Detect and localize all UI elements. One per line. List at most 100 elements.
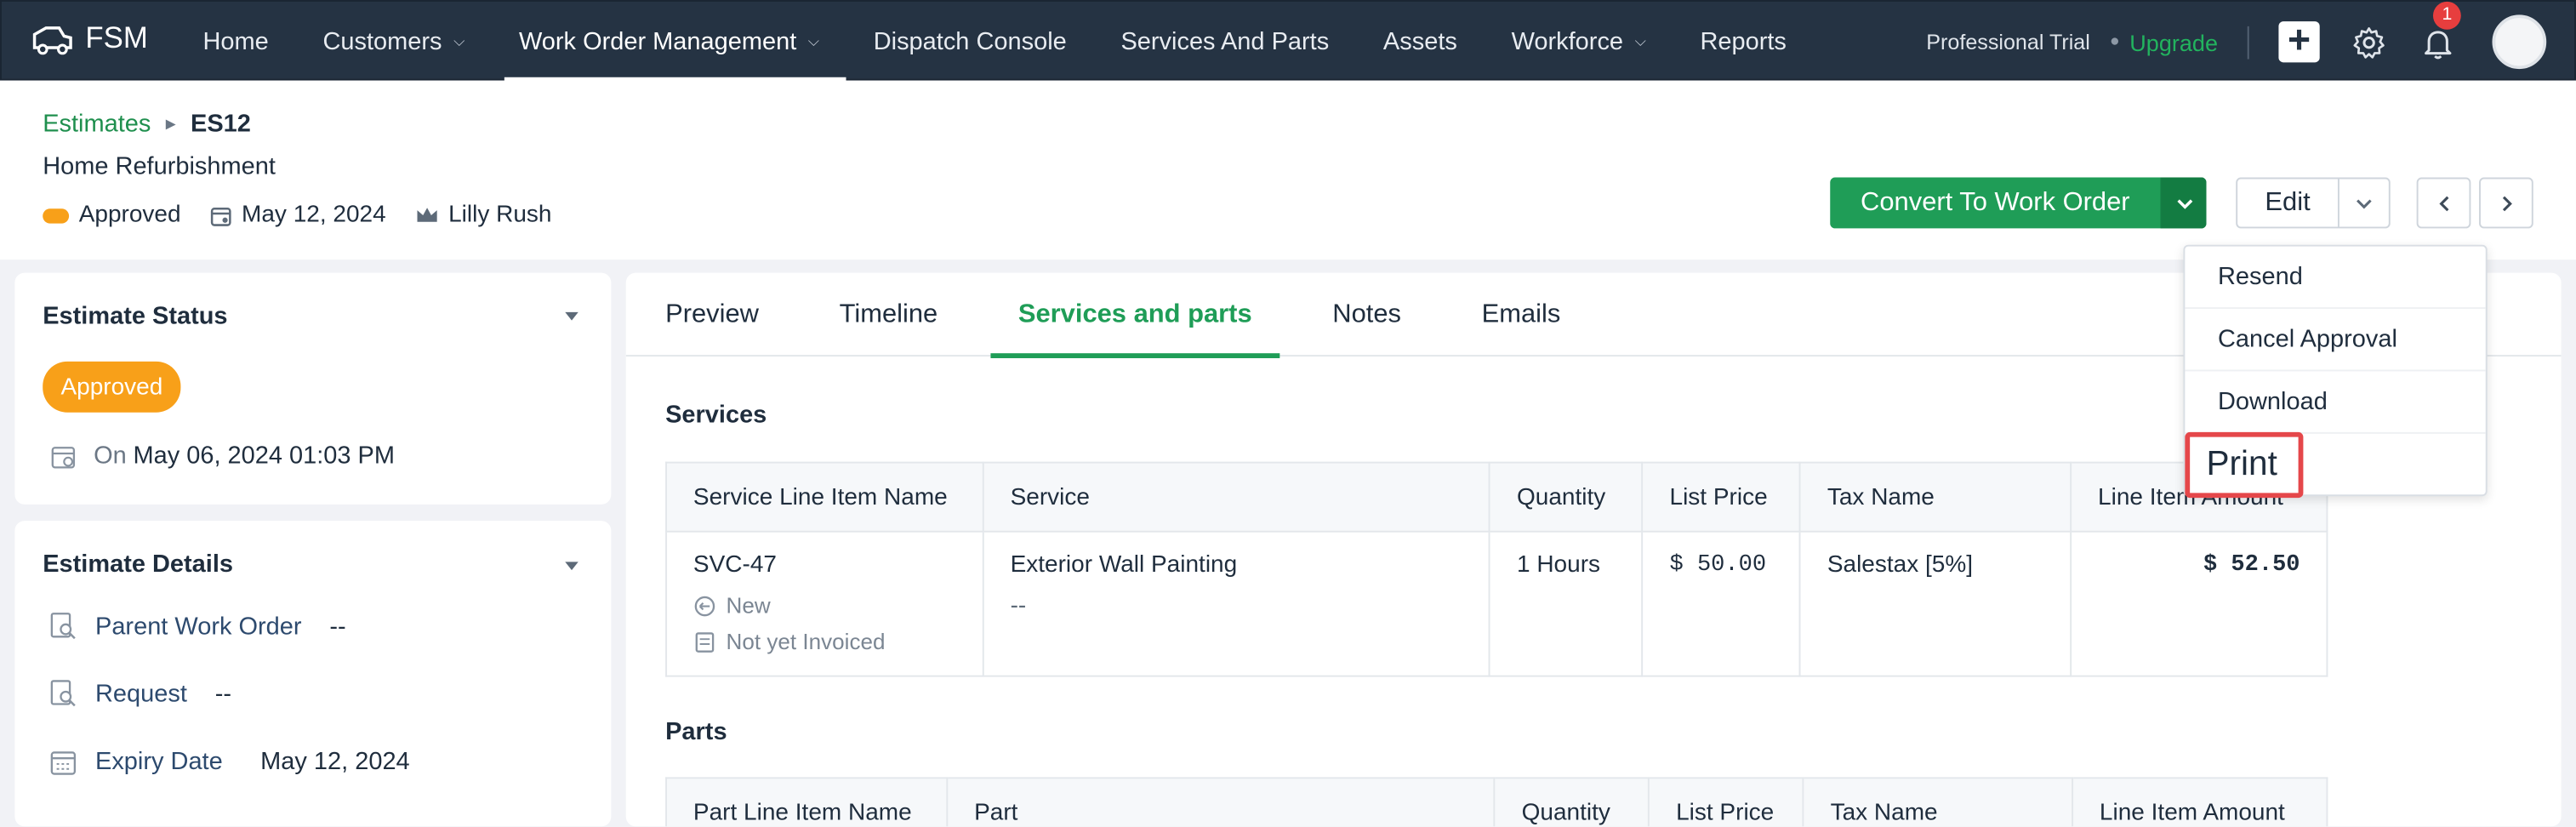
next-record-button[interactable] — [2479, 177, 2533, 229]
nav-dispatch-console-label: Dispatch Console — [873, 27, 1067, 56]
menu-item-print[interactable]: Print — [2185, 431, 2304, 499]
nav-workforce[interactable]: Workforce ⌵ — [1485, 2, 1673, 83]
app-root: FSM Home Customers ⌵ Work Order Managemen… — [0, 0, 2576, 827]
edit-dropdown-toggle[interactable] — [2339, 179, 2389, 226]
truck-logo-icon — [32, 26, 72, 54]
record-date-text: May 12, 2024 — [242, 202, 386, 229]
on-value: May 06, 2024 01:03 PM — [133, 442, 396, 471]
status-pill-icon — [43, 208, 70, 223]
chevron-right-icon — [2501, 195, 2511, 211]
services-table: Service Line Item Name Service Quantity … — [665, 461, 2328, 677]
column-header: List Price — [1641, 461, 1801, 533]
nav-assets[interactable]: Assets — [1356, 2, 1485, 83]
breadcrumb-current: ES12 — [191, 110, 251, 139]
convert-to-work-order-button[interactable]: Convert To Work Order — [1830, 177, 2207, 229]
chevron-down-icon: ⌵ — [807, 32, 819, 49]
tab-preview[interactable]: Preview — [637, 273, 787, 356]
parts-section-title: Parts — [665, 717, 727, 746]
previous-record-button[interactable] — [2416, 177, 2471, 229]
nav-services-and-parts[interactable]: Services And Parts — [1094, 2, 1356, 83]
breadcrumb: Estimates ▶ ES12 — [43, 110, 251, 138]
top-navigation-bar: FSM Home Customers ⌵ Work Order Managemen… — [0, 0, 2576, 83]
service-description: -- — [1010, 593, 1027, 620]
menu-item-resend[interactable]: Resend — [2185, 247, 2486, 310]
gear-icon[interactable] — [2351, 24, 2386, 60]
breadcrumb-estimates-link[interactable]: Estimates — [43, 110, 151, 138]
record-title: Home Refurbishment — [43, 152, 276, 181]
estimate-status-title: Estimate Status — [43, 302, 228, 331]
nav-work-order-management-label: Work Order Management — [518, 27, 797, 56]
nav-customers-label: Customers — [322, 27, 442, 56]
calendar-icon — [211, 207, 231, 225]
user-icon — [2495, 18, 2544, 66]
on-label: On — [94, 442, 127, 471]
invoice-icon — [695, 631, 715, 652]
nav-services-and-parts-label: Services And Parts — [1120, 27, 1330, 56]
divider — [2247, 25, 2249, 59]
line-item-amount-cell: $ 52.50 — [2070, 530, 2328, 677]
column-header: Part — [946, 777, 1496, 827]
record-header: Estimates ▶ ES12 Home Refurbishment Appr… — [0, 80, 2576, 260]
record-owner: Lilly Rush — [415, 202, 551, 228]
edit-button[interactable]: Edit — [2237, 179, 2339, 227]
plus-icon: + — [2288, 18, 2311, 63]
document-search-icon — [50, 680, 76, 707]
tab-emails[interactable]: Emails — [1454, 273, 1588, 356]
column-header: Tax Name — [1802, 777, 2074, 827]
detail-row-expiry-date: Expiry Date May 12, 2024 — [49, 747, 410, 776]
nav-home[interactable]: Home — [176, 2, 296, 83]
status-badge: Approved — [43, 361, 181, 413]
notification-badge: 1 — [2432, 0, 2461, 29]
app-logo[interactable]: FSM — [30, 21, 148, 56]
column-header: Service — [982, 461, 1491, 533]
detail-value: -- — [214, 679, 232, 708]
bell-icon — [2425, 30, 2452, 59]
nav-reports-label: Reports — [1700, 27, 1787, 56]
detail-key: Expiry Date — [95, 747, 223, 776]
tab-notes[interactable]: Notes — [1304, 273, 1428, 356]
avatar[interactable] — [2492, 14, 2547, 70]
nav-work-order-management[interactable]: Work Order Management ⌵ — [492, 2, 846, 83]
menu-item-cancel-approval[interactable]: Cancel Approval — [2185, 309, 2486, 372]
estimate-details-title: Estimate Details — [43, 550, 234, 579]
nav-assets-label: Assets — [1382, 27, 1457, 56]
nav-customers[interactable]: Customers ⌵ — [296, 2, 492, 83]
line-item-invoice-status: Not yet Invoiced — [693, 630, 956, 654]
chevron-down-icon: ⌵ — [1634, 32, 1646, 49]
menu-item-download[interactable]: Download — [2185, 371, 2486, 434]
notifications-button[interactable]: 1 — [2420, 0, 2461, 60]
service-name: Exterior Wall Painting — [1010, 551, 1238, 579]
collapse-caret-icon[interactable] — [565, 311, 578, 321]
column-header: Tax Name — [1799, 461, 2072, 533]
table-row: SVC-47 New Not yet Invoiced Exterior Wal… — [665, 530, 2328, 677]
tab-timeline[interactable]: Timeline — [812, 273, 966, 356]
add-button[interactable]: + — [2278, 18, 2320, 63]
collapse-caret-icon[interactable] — [565, 562, 578, 571]
tax-name-cell: Salestax [5%] — [1799, 530, 2072, 677]
nav-reports[interactable]: Reports — [1673, 2, 1814, 83]
service-cell: Exterior Wall Painting -- — [982, 530, 1491, 677]
document-search-icon — [50, 613, 76, 640]
table-header-row: Service Line Item Name Service Quantity … — [665, 461, 2328, 533]
app-name: FSM — [85, 21, 148, 54]
nav-right-area: Professional Trial ● Upgrade + 1 — [1926, 0, 2574, 83]
record-meta: Approved May 12, 2024 Lilly Rush — [43, 202, 581, 229]
parts-table: Part Line Item Name Part Quantity List P… — [665, 777, 2328, 827]
separator-dot: ● — [2110, 32, 2120, 51]
detail-key: Request — [95, 679, 187, 708]
estimate-details-card: Estimate Details Parent Work Order -- Re… — [14, 521, 612, 827]
column-header: Service Line Item Name — [665, 461, 984, 533]
nav-dispatch-console[interactable]: Dispatch Console — [846, 2, 1094, 83]
tab-services-and-parts[interactable]: Services and parts — [990, 273, 1281, 358]
convert-dropdown-toggle[interactable] — [2160, 177, 2207, 229]
column-header: Quantity — [1493, 777, 1650, 827]
upgrade-link[interactable]: Upgrade — [2129, 29, 2218, 55]
status-indicator: Approved — [43, 202, 181, 228]
chevron-down-icon: ⌵ — [453, 32, 465, 49]
line-item-status: New — [693, 593, 956, 618]
detail-value: -- — [329, 612, 346, 641]
chevron-down-icon — [2357, 198, 2372, 208]
detail-key: Parent Work Order — [95, 612, 302, 641]
detail-row-parent-work-order: Parent Work Order -- — [49, 611, 346, 641]
line-item-name[interactable]: SVC-47 — [693, 552, 956, 579]
